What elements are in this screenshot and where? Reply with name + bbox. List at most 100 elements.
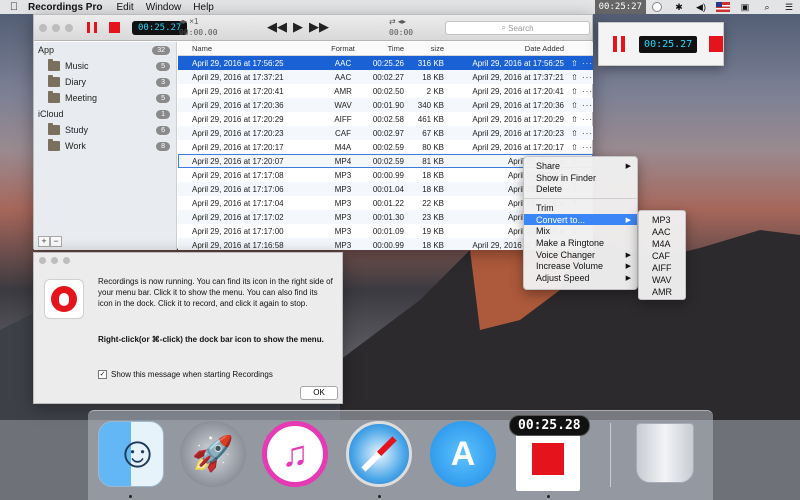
menubar-recording-timer[interactable]: 00:25:27 (594, 0, 646, 14)
convert-format-option[interactable]: M4A (639, 238, 685, 250)
menu-help[interactable]: Help (193, 2, 214, 13)
search-icon[interactable]: ⌕ (760, 2, 774, 12)
checkbox-label: Show this message when starting Recordin… (111, 370, 273, 379)
apple-icon[interactable]:  (0, 1, 28, 13)
table-row[interactable]: April 29, 2016 at 17:20:29 AIFF 00:02.58 46… (178, 112, 593, 126)
table-row[interactable]: April 29, 2016 at 17:20:23 CAF 00:02.97 67 … (178, 126, 593, 140)
column-header-format[interactable]: Format (328, 44, 358, 53)
sidebar-item-music[interactable]: Music 5 (34, 58, 176, 74)
submenu-arrow-icon: ▶ (625, 263, 631, 271)
loop-info: ⇄ ◂▸ 00:00 (389, 17, 413, 37)
fast-forward-icon[interactable]: ▶▶ (309, 19, 329, 35)
convert-format-option[interactable]: CAF (639, 250, 685, 262)
pause-button[interactable] (84, 21, 100, 35)
cell-time: 00:00.99 (372, 170, 404, 180)
sidebar-section-icloud[interactable]: iCloud 1 (34, 106, 176, 122)
recordings-app-icon (44, 279, 84, 319)
context-menu-item-label: Make a Ringtone (536, 237, 605, 248)
recordings-icon[interactable] (516, 427, 580, 491)
cell-time: 00:25.26 (372, 58, 404, 68)
popover-pause-button[interactable] (613, 36, 626, 52)
sidebar-item-diary[interactable]: Diary 3 (34, 74, 176, 90)
search-placeholder: Search (508, 23, 534, 33)
sidebar-item-work[interactable]: Work 8 (34, 138, 176, 154)
speed-control[interactable]: ◂▸ ×1 (179, 17, 198, 26)
sidebar-item-study[interactable]: Study 6 (34, 122, 176, 138)
convert-format-option[interactable]: MP3 (639, 214, 685, 226)
context-menu-item[interactable]: Mix (524, 225, 637, 237)
launchpad-icon[interactable]: 🚀 (180, 421, 246, 487)
search-input[interactable]: ⌕ Search (445, 21, 590, 35)
add-folder-button[interactable]: + (38, 236, 50, 247)
table-row[interactable]: April 29, 2016 at 17:20:36 WAV 00:01.90 340… (178, 98, 593, 112)
context-menu-item[interactable]: Share ▶ (524, 160, 637, 172)
menu-app-name[interactable]: Recordings Pro (28, 2, 102, 13)
list-icon[interactable]: ☰ (782, 2, 796, 12)
loop-icon[interactable]: ⇄ ◂▸ (389, 17, 406, 26)
row-actions-icon[interactable]: ⇧ ··· (564, 73, 593, 82)
row-actions-icon[interactable]: ⇧ ··· (564, 101, 593, 110)
row-actions-icon[interactable]: ⇧ ··· (564, 115, 593, 124)
table-row[interactable]: April 29, 2016 at 17:20:41 AMR 00:02.50 2 K… (178, 84, 593, 98)
stop-button[interactable] (106, 21, 122, 35)
ok-button[interactable]: OK (300, 386, 338, 400)
minimize-button[interactable] (52, 23, 60, 32)
context-menu-item[interactable]: Convert to... ▶ (524, 213, 637, 226)
context-menu-item[interactable]: Increase Volume ▶ (524, 261, 637, 273)
table-row[interactable]: April 29, 2016 at 17:56:25 AAC 00:25.26 316… (178, 56, 593, 70)
volume-icon[interactable]: ◀) (694, 2, 708, 12)
context-menu-item[interactable]: Voice Changer ▶ (524, 249, 637, 261)
stop-icon (108, 22, 120, 33)
sidebar-item-meeting[interactable]: Meeting 5 (34, 90, 176, 106)
rewind-icon[interactable]: ◀◀ (267, 19, 287, 35)
row-actions-icon[interactable]: ⇧ ··· (564, 59, 593, 68)
finder-icon[interactable] (98, 421, 164, 487)
context-menu-item[interactable]: Show in Finder (524, 172, 637, 184)
column-header-time[interactable]: Time (358, 44, 404, 53)
cell-name: April 29, 2016 at 17:20:23 (192, 128, 284, 138)
flag-icon[interactable] (716, 2, 730, 12)
menu-edit[interactable]: Edit (116, 2, 133, 13)
zoom-button[interactable] (63, 257, 70, 264)
column-header-date-added[interactable]: Date Added (444, 44, 564, 53)
bluetooth-icon[interactable]: ✱ (672, 2, 686, 12)
convert-format-option[interactable]: WAV (639, 274, 685, 286)
cell-time: 00:01.90 (372, 100, 404, 110)
close-button[interactable] (39, 23, 47, 32)
convert-format-option[interactable]: AAC (639, 226, 685, 238)
safari-icon[interactable] (346, 421, 412, 487)
app-store-icon[interactable]: A (430, 421, 496, 487)
close-button[interactable] (39, 257, 46, 264)
trash-icon[interactable] (636, 423, 694, 483)
column-header-size[interactable]: size (404, 44, 444, 53)
search-icon: ⌕ (501, 23, 509, 32)
record-dot-icon[interactable] (652, 2, 662, 12)
dialog-message: Recordings is now running. You can find … (98, 277, 333, 308)
lock-icon[interactable]: ▣ (738, 2, 752, 12)
row-actions-icon[interactable]: ⇧ ··· (564, 143, 593, 152)
table-row[interactable]: April 29, 2016 at 17:20:17 M4A 00:02.59 80 … (178, 140, 593, 154)
cell-name: April 29, 2016 at 17:37:21 (192, 72, 284, 82)
remove-folder-button[interactable]: − (50, 236, 62, 247)
table-row[interactable]: April 29, 2016 at 17:37:21 AAC 00:02.27 18 … (178, 70, 593, 84)
context-menu-item[interactable]: Delete (524, 183, 637, 195)
popover-stop-button[interactable] (709, 36, 723, 52)
row-actions-icon[interactable]: ⇧ ··· (564, 129, 593, 138)
column-header-name[interactable]: Name (178, 44, 328, 53)
context-menu-item[interactable]: Adjust Speed ▶ (524, 272, 637, 284)
row-actions-icon[interactable]: ⇧ ··· (564, 87, 593, 96)
convert-format-option[interactable]: AMR (639, 286, 685, 298)
sidebar-section-app[interactable]: App 32 (34, 42, 176, 58)
zoom-button[interactable] (65, 23, 73, 32)
play-icon[interactable]: ▶ (293, 19, 303, 35)
context-menu-item[interactable]: Trim (524, 202, 637, 214)
context-menu-item[interactable]: Make a Ringtone (524, 237, 637, 249)
minimize-button[interactable] (51, 257, 58, 264)
convert-format-option[interactable]: AIFF (639, 262, 685, 274)
menu-window[interactable]: Window (146, 2, 182, 13)
show-message-checkbox[interactable]: ✓ Show this message when starting Record… (98, 370, 273, 379)
count-badge: 5 (156, 61, 170, 71)
itunes-icon[interactable]: ♫ (262, 421, 328, 487)
running-indicator (547, 495, 550, 498)
cell-format: MP3 (334, 184, 352, 194)
